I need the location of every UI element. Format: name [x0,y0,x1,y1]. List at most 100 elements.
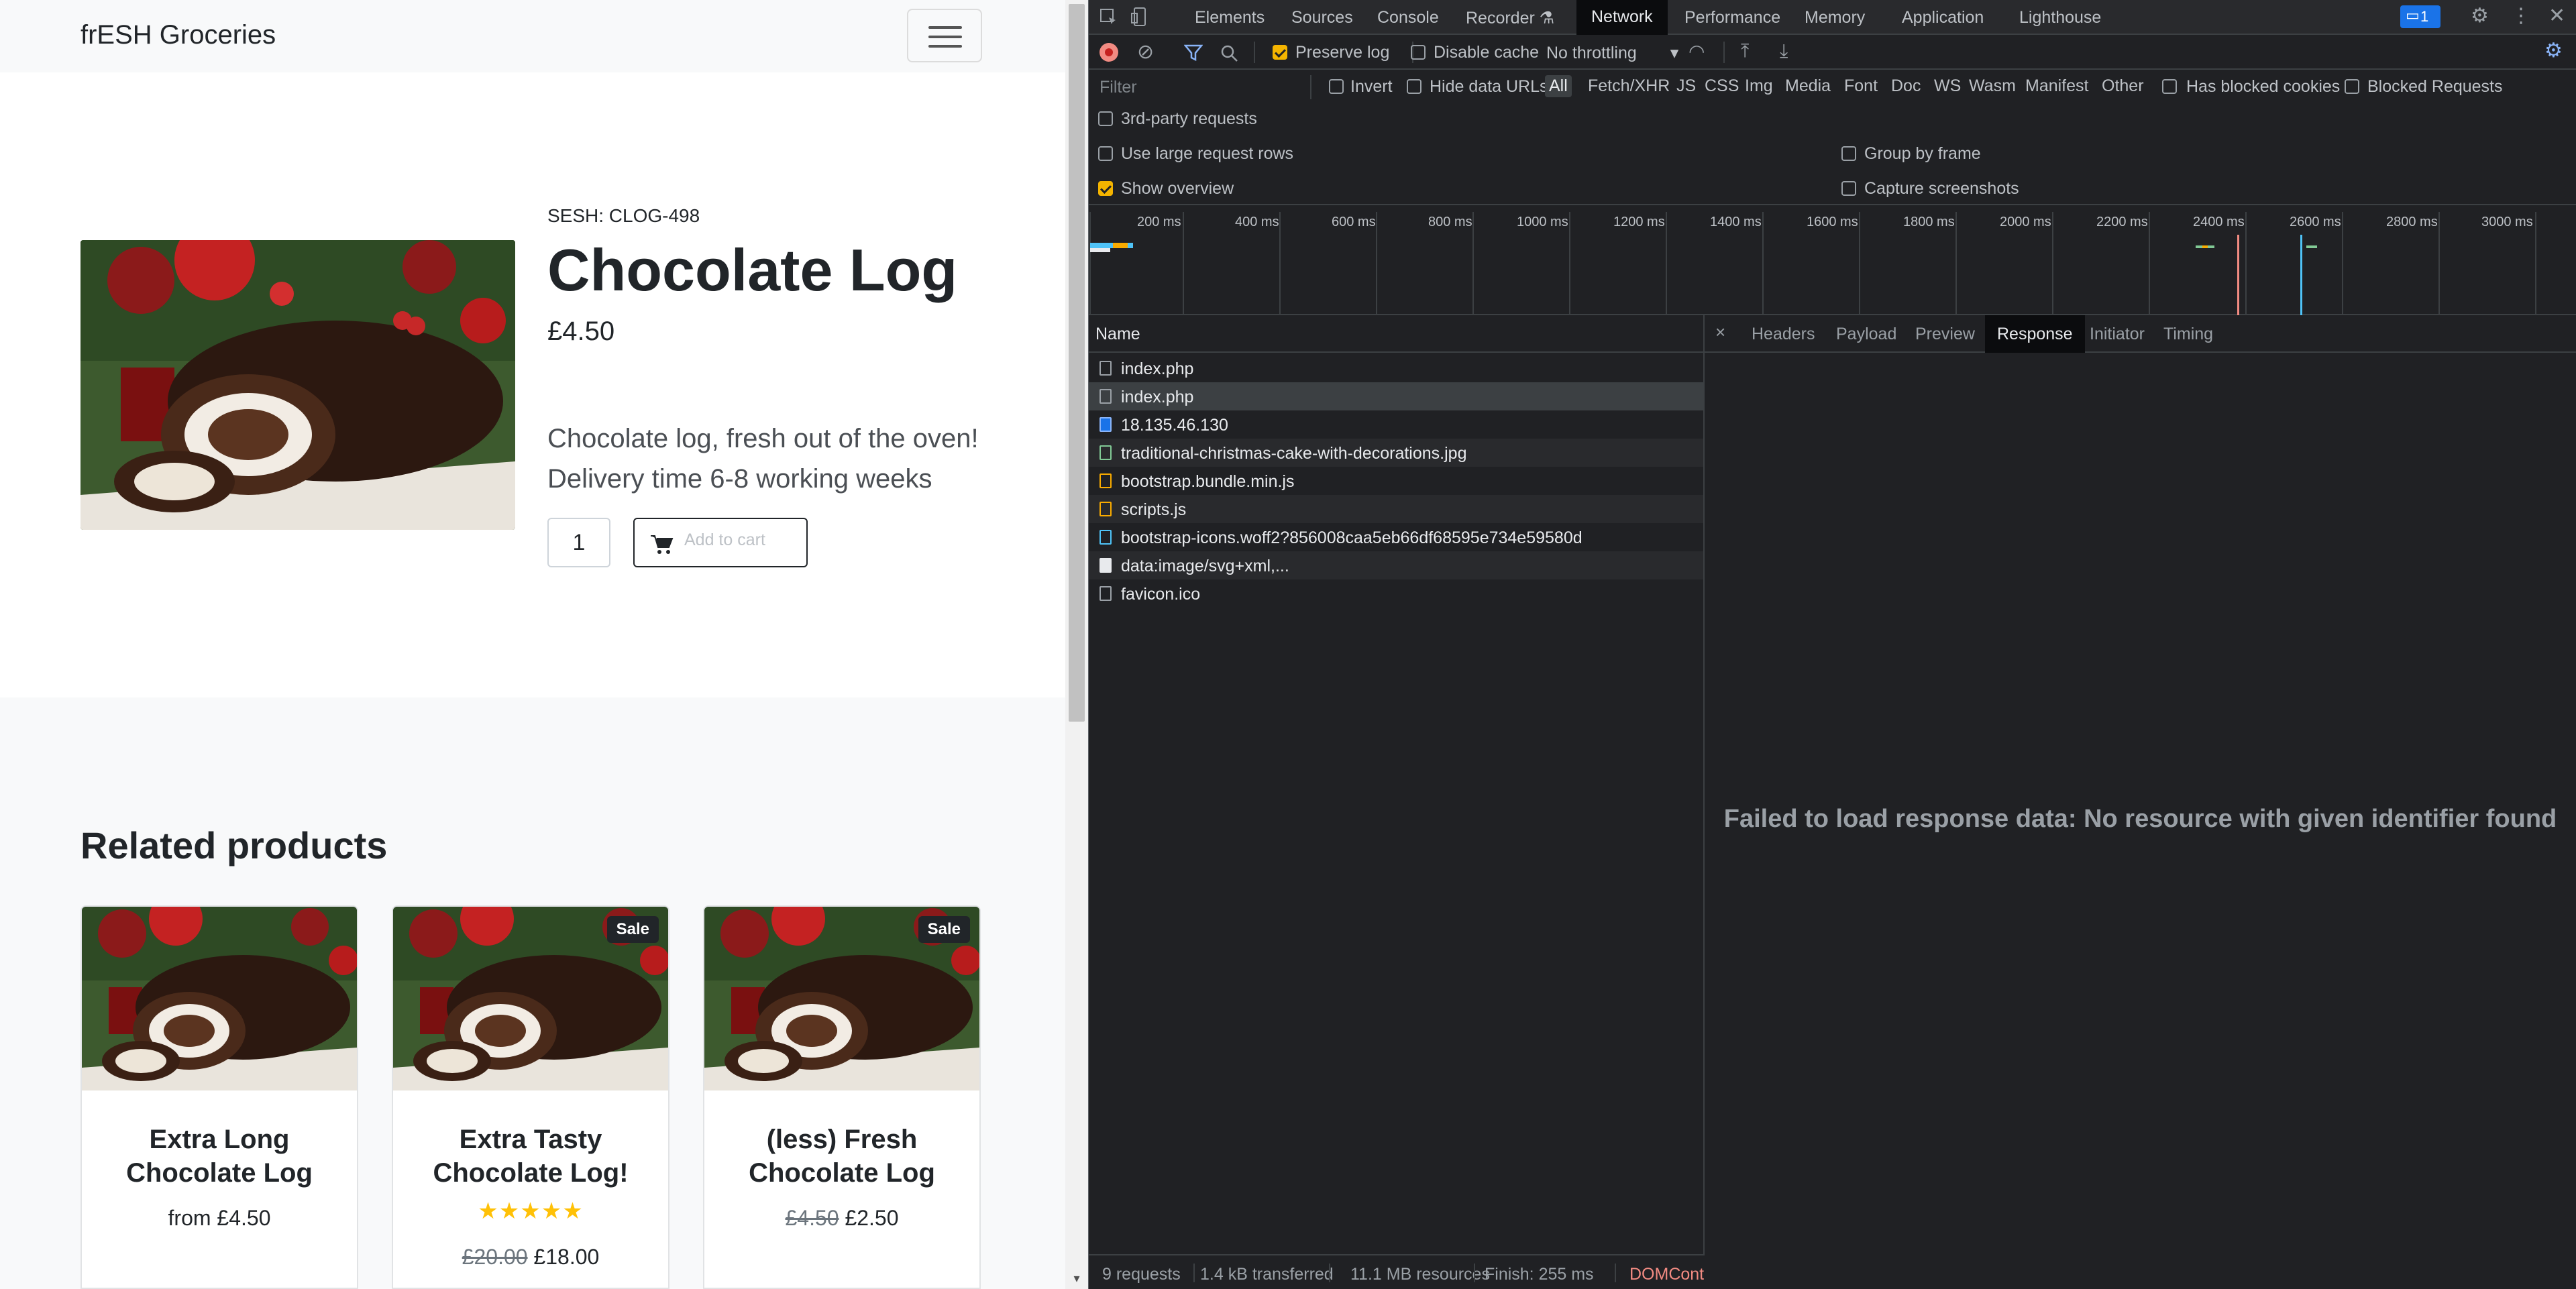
request-row[interactable]: bootstrap.bundle.min.js [1089,467,1703,495]
network-overview-timeline[interactable]: 200 ms 400 ms 600 ms 800 ms 1000 ms 1200… [1089,205,2576,315]
tab-network[interactable]: Network [1576,0,1668,35]
filter-type-font[interactable]: Font [1844,76,1878,96]
throttling-select[interactable]: No throttling ▾ [1546,43,1678,63]
brand-link[interactable]: frESH Groceries [80,20,276,50]
close-details-icon[interactable]: × [1715,322,1725,343]
device-toolbar-icon[interactable] [1130,7,1149,27]
request-row[interactable]: traditional-christmas-cake-with-decorati… [1089,439,1703,467]
tab-response[interactable]: Response [1985,315,2085,353]
toolbar-separator [1723,42,1725,63]
tab-lighthouse[interactable]: Lighthouse [2019,8,2101,27]
large-rows-checkbox[interactable] [1098,146,1113,161]
close-icon[interactable]: ✕ [2548,4,2565,27]
filter-type-css[interactable]: CSS [1705,76,1739,96]
related-product-card[interactable]: Sale Extra Tasty Chocolate Log! ★★★★★ £2… [392,905,669,1289]
timeline-gridline [1955,212,1957,315]
filter-type-img[interactable]: Img [1745,76,1773,96]
tab-performance[interactable]: Performance [1684,8,1780,27]
filter-type-js[interactable]: JS [1676,76,1696,96]
clear-icon[interactable]: ⊘ [1137,40,1154,64]
filter-type-fetch-xhr[interactable]: Fetch/XHR [1588,76,1670,96]
request-name: data:image/svg+xml,... [1121,557,1289,575]
filter-type-ws[interactable]: WS [1934,76,1961,96]
request-row[interactable]: scripts.js [1089,495,1703,523]
filter-type-media[interactable]: Media [1785,76,1831,96]
filter-icon[interactable] [1184,44,1203,62]
filter-type-doc[interactable]: Doc [1891,76,1921,96]
blocked-requests-checkbox[interactable] [2345,79,2359,94]
more-options-icon[interactable]: ⋮ [2511,4,2531,27]
invert-label[interactable]: Invert [1350,77,1393,97]
request-row[interactable]: data:image/svg+xml,... [1089,551,1703,579]
invert-checkbox[interactable] [1329,79,1344,94]
request-name: bootstrap-icons.woff2?856008caa5eb66df68… [1121,528,1582,547]
show-overview-label[interactable]: Show overview [1121,179,1234,199]
record-icon[interactable] [1099,43,1118,62]
request-row[interactable]: 18.135.46.130 [1089,410,1703,439]
hide-data-urls-label[interactable]: Hide data URLs [1430,77,1548,97]
tab-sources[interactable]: Sources [1291,8,1353,27]
tab-recorder[interactable]: Recorder ⚗ [1466,8,1554,28]
search-icon[interactable] [1220,44,1239,63]
gear-icon[interactable]: ⚙ [2471,4,2489,27]
filter-input[interactable]: Filter [1093,75,1311,99]
request-row[interactable]: bootstrap-icons.woff2?856008caa5eb66df68… [1089,523,1703,551]
tab-preview[interactable]: Preview [1915,325,1975,344]
third-party-label[interactable]: 3rd-party requests [1121,109,1257,129]
font-file-icon [1099,530,1112,545]
tab-initiator[interactable]: Initiator [2090,325,2145,344]
show-overview-checkbox[interactable] [1098,181,1113,196]
disable-cache-label[interactable]: Disable cache [1434,43,1539,62]
page-scrollbar[interactable]: ▾ [1065,0,1088,1289]
tab-headers[interactable]: Headers [1752,325,1815,344]
capture-screenshots-checkbox[interactable] [1841,181,1856,196]
disable-cache-checkbox[interactable] [1411,45,1426,60]
scroll-down-icon[interactable]: ▾ [1065,1269,1088,1288]
request-row[interactable]: index.php [1089,354,1703,382]
filter-type-all[interactable]: All [1545,75,1572,97]
filter-type-other[interactable]: Other [2102,76,2144,96]
capture-screenshots-label[interactable]: Capture screenshots [1864,179,2019,199]
group-by-frame-checkbox[interactable] [1841,146,1856,161]
export-har-icon[interactable]: ⤓ [1780,40,1788,62]
product-image [80,240,515,530]
issues-badge[interactable]: ▭ 1 [2400,5,2440,28]
timeline-gridline [1666,212,1667,315]
preserve-log-checkbox[interactable] [1273,45,1287,60]
has-blocked-cookies-checkbox[interactable] [2162,79,2177,94]
related-product-title[interactable]: Extra Tasty Chocolate Log! [400,1123,661,1190]
related-product-card[interactable]: Sale (less) Fresh Chocolate Log £4.50 £2… [703,905,981,1289]
hide-data-urls-checkbox[interactable] [1407,79,1421,94]
timeline-gridline [2535,212,2536,315]
related-product-title[interactable]: Extra Long Chocolate Log [89,1123,350,1190]
name-column-header[interactable]: Name [1089,315,1705,353]
has-blocked-cookies-label[interactable]: Has blocked cookies [2186,77,2340,97]
request-row[interactable]: favicon.ico [1089,579,1703,608]
inspect-element-icon[interactable] [1099,8,1118,27]
group-by-frame-label[interactable]: Group by frame [1864,144,1981,164]
third-party-checkbox[interactable] [1098,111,1113,126]
large-rows-label[interactable]: Use large request rows [1121,144,1293,164]
tab-payload[interactable]: Payload [1836,325,1896,344]
preserve-log-label[interactable]: Preserve log [1295,43,1389,62]
blocked-requests-label[interactable]: Blocked Requests [2367,77,2503,97]
request-row[interactable]: index.php [1089,382,1703,410]
tab-application[interactable]: Application [1902,8,1984,27]
scrollbar-thumb[interactable] [1069,4,1085,722]
filter-type-wasm[interactable]: Wasm [1969,76,2016,96]
filter-type-manifest[interactable]: Manifest [2025,76,2088,96]
navbar-toggler-button[interactable] [907,9,982,62]
quantity-input[interactable]: 1 [547,518,610,567]
network-settings-gear-icon[interactable]: ⚙ [2544,39,2563,62]
related-product-card[interactable]: Extra Long Chocolate Log from £4.50 [80,905,358,1289]
tab-console[interactable]: Console [1377,8,1439,27]
tab-timing[interactable]: Timing [2163,325,2213,344]
timeline-gridline [2052,212,2053,315]
add-to-cart-button[interactable]: Add to cart [633,518,808,567]
tab-elements[interactable]: Elements [1195,8,1265,27]
related-product-title[interactable]: (less) Fresh Chocolate Log [711,1123,973,1190]
tab-memory[interactable]: Memory [1805,8,1865,27]
related-product-price: £4.50 £2.50 [711,1206,973,1231]
network-conditions-icon[interactable]: ◠ [1688,40,1705,62]
import-har-icon[interactable]: ⤒ [1741,40,1749,62]
